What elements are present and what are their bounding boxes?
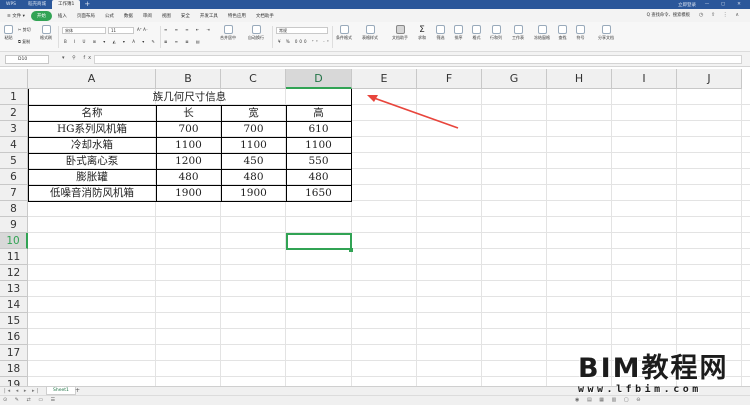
watermark-logo: BIM教程网 www.lfbim.com — [578, 354, 746, 396]
view-mode-icons[interactable]: ◉ ▤ ▦ ▥ ▢ ⊖ — [575, 397, 643, 403]
watermark-main-text: BIM教程网 — [578, 353, 729, 384]
status-left-icons[interactable]: ⊙ ✎ ⇄ ▭ ☰ — [3, 397, 58, 403]
status-bar: ⊙ ✎ ⇄ ▭ ☰ ◉ ▤ ▦ ▥ ▢ ⊖ — [0, 395, 750, 405]
sheet-tab-sheet1[interactable]: Sheet1 — [46, 387, 76, 395]
add-sheet-button[interactable]: + — [75, 387, 80, 395]
annotation-arrow — [367, 95, 459, 129]
watermark-url: www.lfbim.com — [578, 384, 702, 395]
sheet-nav-buttons[interactable]: |◂ ◂ ▸ ▸| — [4, 388, 40, 394]
